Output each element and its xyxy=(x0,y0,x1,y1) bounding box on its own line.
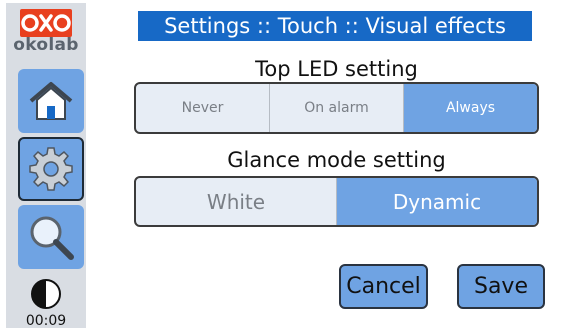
top-led-selector: Never On alarm Always xyxy=(134,82,539,134)
contrast-icon[interactable] xyxy=(30,278,62,310)
home-icon xyxy=(29,82,73,120)
brand-name: okolab xyxy=(13,35,79,55)
led-option-never[interactable]: Never xyxy=(136,84,269,132)
glance-option-white[interactable]: White xyxy=(136,178,336,225)
okolab-logo xyxy=(20,9,72,37)
settings-button[interactable] xyxy=(18,137,84,201)
gear-icon xyxy=(29,147,73,191)
top-led-heading: Top LED setting xyxy=(255,57,418,81)
magnifier-icon xyxy=(30,216,74,260)
cancel-button[interactable]: Cancel xyxy=(339,264,428,309)
glance-mode-selector: White Dynamic xyxy=(134,176,539,227)
glance-option-dynamic[interactable]: Dynamic xyxy=(336,178,537,225)
glance-mode-heading: Glance mode setting xyxy=(227,148,446,172)
led-option-on-alarm[interactable]: On alarm xyxy=(269,84,403,132)
home-button[interactable] xyxy=(18,69,84,133)
sidebar: okolab 00:09 xyxy=(6,3,86,329)
page-title: Settings :: Touch :: Visual effects xyxy=(138,11,532,41)
save-button[interactable]: Save xyxy=(457,264,545,309)
clock: 00:09 xyxy=(25,313,67,329)
led-option-always[interactable]: Always xyxy=(403,84,537,132)
search-button[interactable] xyxy=(18,205,84,269)
